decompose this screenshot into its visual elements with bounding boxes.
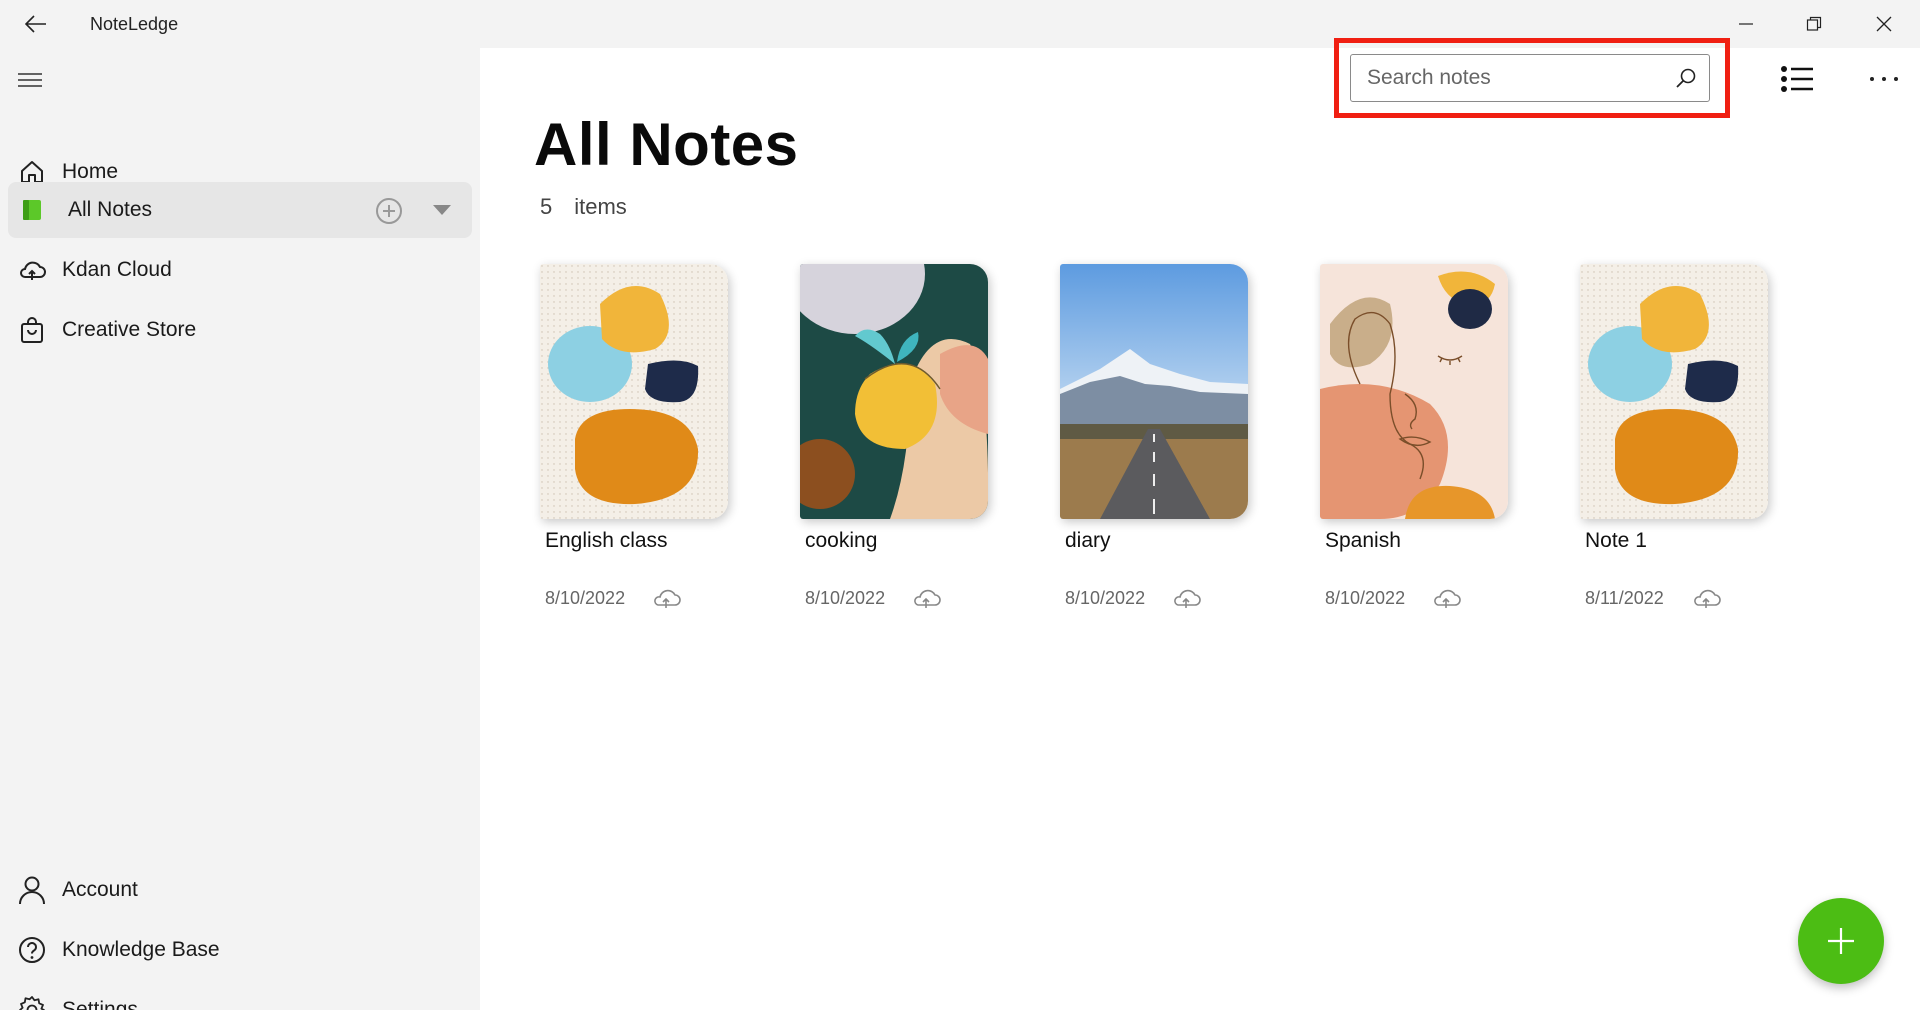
note-card[interactable]: diary 8/10/2022 [1060, 264, 1260, 624]
sidebar-item-label: Account [62, 878, 138, 901]
cloud-upload-icon[interactable] [1690, 584, 1722, 610]
sidebar: Home All Notes Kdan Cloud Creative Store… [0, 48, 480, 1010]
close-button[interactable] [1850, 0, 1918, 48]
note-title: diary [1065, 529, 1111, 552]
cloud-icon [12, 257, 52, 283]
close-icon [1876, 16, 1892, 32]
ellipsis-icon [1870, 77, 1898, 81]
more-options-button[interactable] [1862, 58, 1906, 100]
expand-dropdown-button[interactable] [430, 200, 454, 220]
minimize-icon [1739, 23, 1753, 25]
note-date: 8/10/2022 [1065, 588, 1146, 608]
sidebar-item-knowledge-base[interactable]: Knowledge Base [8, 922, 472, 978]
item-count: 5 items [540, 194, 627, 220]
restore-icon [1806, 16, 1822, 31]
help-icon [12, 936, 52, 964]
menu-toggle-button[interactable] [12, 64, 48, 96]
item-count-number: 5 [540, 194, 553, 219]
lemon-cover-image [800, 264, 988, 519]
note-date: 8/11/2022 [1585, 588, 1664, 608]
note-cover[interactable] [1320, 264, 1508, 519]
sidebar-item-account[interactable]: Account [8, 862, 472, 918]
add-folder-button[interactable] [374, 196, 404, 226]
note-cover[interactable] [1580, 264, 1768, 519]
sidebar-item-label: Settings [62, 998, 138, 1010]
note-card[interactable]: English class 8/10/2022 [540, 264, 740, 624]
search-icon[interactable] [1675, 67, 1697, 89]
sidebar-item-kdan-cloud[interactable]: Kdan Cloud [8, 242, 472, 298]
note-date: 8/10/2022 [805, 588, 886, 608]
person-icon [12, 875, 52, 905]
abstract-cover-image [540, 264, 728, 519]
cloud-upload-icon[interactable] [910, 584, 942, 610]
mountain-road-cover-image [1060, 264, 1248, 519]
caret-down-icon [433, 205, 451, 215]
cloud-upload-icon[interactable] [650, 584, 682, 610]
sidebar-item-label: Home [62, 160, 119, 183]
back-button[interactable] [18, 8, 54, 40]
search-box[interactable] [1350, 54, 1710, 102]
sidebar-item-all-notes[interactable]: All Notes [8, 182, 472, 238]
note-title: cooking [805, 529, 878, 552]
note-title: Spanish [1325, 529, 1401, 552]
sidebar-item-creative-store[interactable]: Creative Store [8, 302, 472, 358]
plus-icon [1828, 928, 1854, 954]
sidebar-item-label: Creative Store [62, 318, 197, 341]
note-date: 8/10/2022 [545, 588, 626, 608]
sidebar-item-label: Kdan Cloud [62, 258, 172, 281]
search-input[interactable] [1367, 66, 1667, 90]
note-card[interactable]: Spanish 8/10/2022 [1320, 264, 1520, 624]
sidebar-item-settings[interactable]: Settings [8, 982, 472, 1010]
hamburger-icon [18, 73, 42, 87]
restore-button[interactable] [1780, 0, 1848, 48]
cloud-upload-icon[interactable] [1430, 584, 1462, 610]
abstract-cover-image [1580, 264, 1768, 519]
note-cover[interactable] [540, 264, 728, 519]
note-cover[interactable] [1060, 264, 1248, 519]
sidebar-item-label: Knowledge Base [62, 938, 220, 961]
note-title: Note 1 [1585, 529, 1647, 552]
app-title: NoteLedge [90, 14, 179, 34]
note-card[interactable]: cooking 8/10/2022 [800, 264, 1000, 624]
new-note-button[interactable] [1798, 898, 1884, 984]
shopping-bag-icon [12, 316, 52, 344]
note-date: 8/10/2022 [1325, 588, 1406, 608]
notes-grid: English class 8/10/2022 cooking 8/10/202… [540, 264, 1900, 664]
item-count-label: items [574, 194, 627, 219]
line-face-cover-image [1320, 264, 1508, 519]
list-view-button[interactable] [1776, 58, 1818, 100]
sidebar-item-label: All Notes [68, 198, 153, 221]
gear-icon [12, 995, 52, 1010]
notebook-icon [12, 198, 52, 222]
back-arrow-icon [25, 15, 46, 33]
note-card[interactable]: Note 1 8/11/2022 [1580, 264, 1780, 624]
note-title: English class [545, 529, 668, 552]
list-icon [1781, 66, 1813, 92]
main-content: All Notes 5 items English class 8/10/202… [480, 38, 1920, 1010]
page-title: All Notes [534, 111, 799, 178]
note-cover[interactable] [800, 264, 988, 519]
plus-circle-icon [376, 198, 402, 224]
cloud-upload-icon[interactable] [1170, 584, 1202, 610]
